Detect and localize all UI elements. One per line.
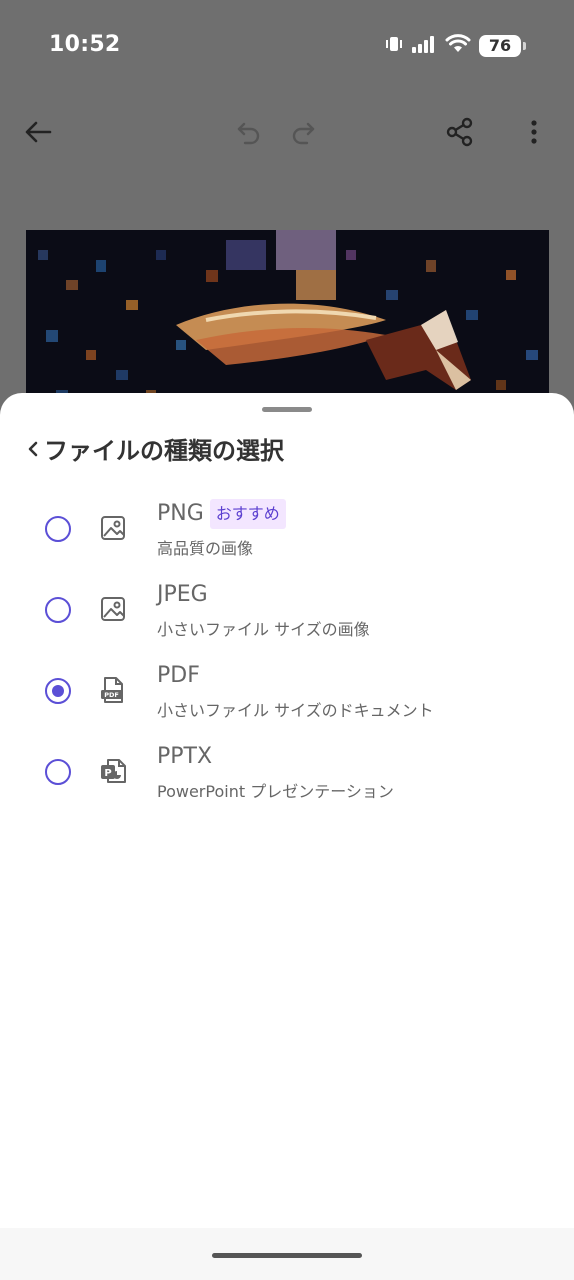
battery-indicator: 76 xyxy=(479,35,526,57)
option-jpeg[interactable]: JPEG 小さいファイル サイズの画像 xyxy=(0,574,574,655)
radio-jpeg[interactable] xyxy=(45,597,71,623)
chevron-left-icon[interactable] xyxy=(24,435,42,463)
option-subtitle: PowerPoint プレゼンテーション xyxy=(157,782,394,801)
status-bar: 10:52 76 xyxy=(0,0,574,90)
option-pdf[interactable]: PDF PDF 小さいファイル サイズのドキュメント xyxy=(0,655,574,736)
battery-cap xyxy=(523,42,526,50)
sheet-title: ファイルの種類の選択 xyxy=(44,437,284,465)
wifi-icon xyxy=(445,34,471,58)
option-subtitle: 小さいファイル サイズのドキュメント xyxy=(157,701,434,720)
radio-pdf[interactable] xyxy=(45,678,71,704)
sheet-header: ファイルの種類の選択 xyxy=(24,431,284,466)
battery-level: 76 xyxy=(479,35,521,57)
status-time: 10:52 xyxy=(49,32,121,57)
option-png[interactable]: PNG おすすめ 高品質の画像 xyxy=(0,493,574,574)
undo-icon[interactable] xyxy=(233,116,265,148)
option-pptx[interactable]: P PPTX PowerPoint プレゼンテーション xyxy=(0,736,574,817)
share-icon[interactable] xyxy=(444,116,476,148)
image-icon xyxy=(99,595,127,623)
vibrate-icon xyxy=(385,35,403,57)
option-subtitle: 小さいファイル サイズの画像 xyxy=(157,620,370,639)
home-indicator[interactable] xyxy=(212,1253,362,1258)
screen: 10:52 76 ファイルの種類の選択 PNG おすすめ 高品質の画像 JPEG… xyxy=(0,0,574,1280)
file-type-options: PNG おすすめ 高品質の画像 JPEG 小さいファイル サイズの画像 PDF … xyxy=(0,493,574,817)
recommended-badge: おすすめ xyxy=(209,499,286,529)
option-title-text: PNG xyxy=(157,501,204,526)
file-type-bottom-sheet: ファイルの種類の選択 PNG おすすめ 高品質の画像 JPEG 小さいファイル … xyxy=(0,393,574,1280)
pdf-file-icon: PDF xyxy=(99,676,127,704)
app-toolbar xyxy=(0,100,574,164)
back-arrow-icon[interactable] xyxy=(22,116,54,148)
signal-icon xyxy=(411,35,437,57)
option-subtitle: 高品質の画像 xyxy=(157,539,254,558)
radio-pptx[interactable] xyxy=(45,759,71,785)
option-title-text: PPTX xyxy=(157,744,213,769)
option-title: PNG おすすめ xyxy=(157,499,286,529)
redo-icon[interactable] xyxy=(287,116,319,148)
radio-png[interactable] xyxy=(45,516,71,542)
option-title-text: PDF xyxy=(157,663,200,688)
more-vertical-icon[interactable] xyxy=(518,116,550,148)
artwork-preview xyxy=(26,230,549,410)
gesture-nav-area xyxy=(0,1228,574,1280)
option-title-text: JPEG xyxy=(157,582,208,607)
svg-text:P: P xyxy=(104,768,111,779)
option-title: JPEG xyxy=(157,580,208,610)
status-icons: 76 xyxy=(385,34,526,58)
image-icon xyxy=(99,514,127,542)
option-title: PDF xyxy=(157,661,200,691)
radio-selected-dot xyxy=(52,685,64,697)
powerpoint-file-icon: P xyxy=(99,757,127,785)
sheet-drag-handle[interactable] xyxy=(262,407,312,412)
svg-text:PDF: PDF xyxy=(104,691,119,699)
option-title: PPTX xyxy=(157,742,212,772)
